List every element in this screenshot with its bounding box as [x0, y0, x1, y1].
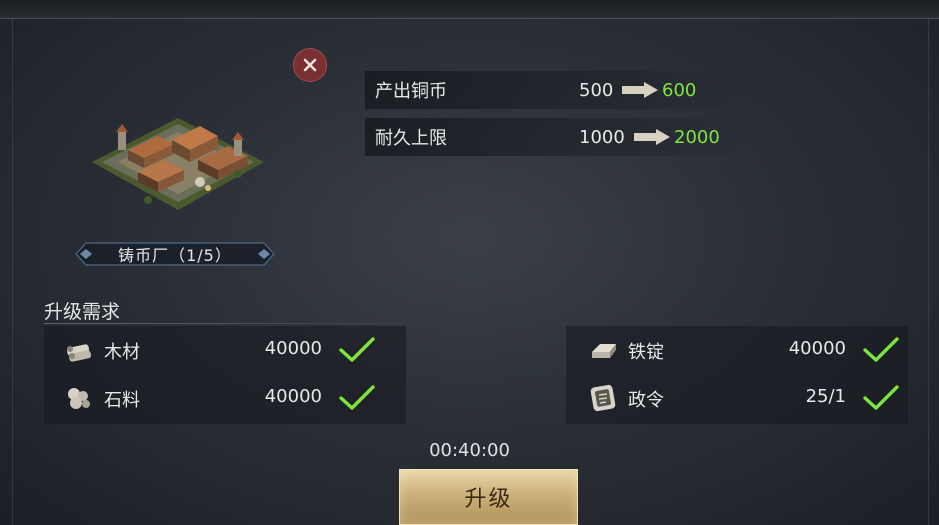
- requirement-amount: 40000: [264, 386, 322, 407]
- requirement-iron-ingot: 铁锭 40000: [588, 330, 908, 370]
- stat-new-value: 600: [662, 79, 697, 101]
- requirement-amount: 25/1: [805, 386, 846, 407]
- stat-row-coin-output: 产出铜币 500 600: [365, 71, 745, 109]
- stat-label: 产出铜币: [375, 81, 447, 102]
- upgrade-button[interactable]: 升级: [399, 469, 578, 525]
- building-name: 铸币厂（1/5）: [118, 246, 232, 265]
- check-icon: [339, 385, 375, 410]
- requirement-wood: 木材 40000: [64, 330, 384, 370]
- upgrade-timer: 00:40:00: [429, 440, 510, 461]
- stone-icon: [68, 388, 90, 409]
- building-image: [88, 110, 268, 215]
- building-nameplate: 铸币厂（1/5）: [74, 241, 276, 267]
- divider: [44, 323, 444, 324]
- decree-icon: [590, 384, 616, 412]
- iron-ingot-icon: [592, 344, 616, 358]
- requirement-name: 铁锭: [628, 342, 664, 363]
- requirements-title: 升级需求: [44, 301, 121, 323]
- requirement-name: 政令: [628, 390, 664, 411]
- stat-label: 耐久上限: [375, 128, 447, 149]
- arrow-right-icon: [634, 129, 670, 145]
- close-icon: [303, 58, 317, 72]
- stat-old-value: 500: [579, 79, 614, 101]
- stat-old-value: 1000: [579, 126, 625, 148]
- stat-new-value: 2000: [674, 126, 720, 148]
- wood-icon: [66, 344, 92, 362]
- top-bar: [0, 0, 939, 19]
- check-icon: [863, 337, 899, 362]
- requirement-stone: 石料 40000: [64, 378, 384, 418]
- requirement-amount: 40000: [264, 338, 322, 359]
- requirement-name: 石料: [104, 390, 140, 411]
- check-icon: [339, 337, 375, 362]
- stat-row-durability: 耐久上限 1000 2000: [365, 118, 745, 156]
- requirement-amount: 40000: [788, 338, 846, 359]
- check-icon: [863, 385, 899, 410]
- arrow-right-icon: [622, 82, 658, 98]
- upgrade-button-label: 升级: [464, 487, 513, 512]
- requirement-name: 木材: [104, 342, 140, 363]
- close-button[interactable]: [293, 48, 327, 82]
- requirement-decree: 政令 25/1: [588, 378, 908, 418]
